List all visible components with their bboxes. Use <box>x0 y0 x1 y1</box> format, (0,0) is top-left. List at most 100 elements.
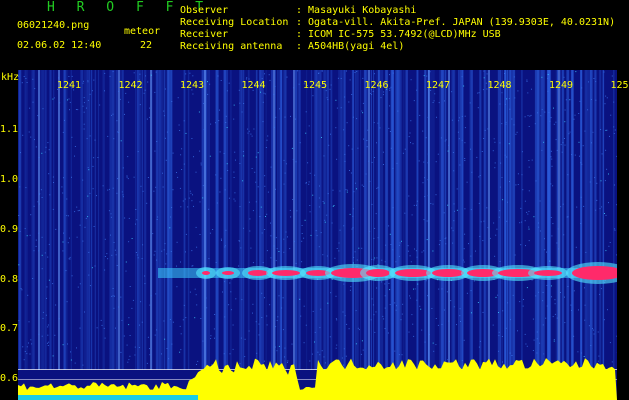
noise-speckle <box>494 162 496 164</box>
noise-speckle <box>429 71 431 73</box>
noise-speckle <box>352 227 354 229</box>
noise-speckle <box>67 242 69 244</box>
noise-speckle <box>195 171 197 173</box>
noise-speckle <box>569 131 571 133</box>
noise-speckle <box>335 318 337 320</box>
noise-speckle <box>263 360 265 362</box>
noise-speckle <box>432 342 434 344</box>
noise-speckle <box>470 255 472 257</box>
noise-speckle <box>383 318 385 320</box>
noise-speckle <box>402 303 404 305</box>
noise-speckle <box>342 311 344 313</box>
noise-speckle <box>252 262 254 264</box>
noise-speckle <box>616 204 617 206</box>
noise-speckle <box>346 323 348 325</box>
noise-speckle <box>301 225 303 226</box>
noise-speckle <box>550 150 552 152</box>
noise-speckle <box>314 174 316 176</box>
noise-speckle <box>235 159 236 161</box>
noise-speckle <box>133 72 135 74</box>
noise-speckle <box>538 291 540 293</box>
noise-speckle <box>383 164 384 165</box>
noise-speckle <box>543 141 545 143</box>
noise-streak <box>560 70 562 370</box>
noise-speckle <box>71 176 72 178</box>
noise-speckle <box>298 83 300 85</box>
noise-speckle <box>427 116 429 118</box>
level-baseline <box>18 395 198 400</box>
noise-streak <box>115 70 119 370</box>
noise-speckle <box>26 82 28 83</box>
file-name: 06021240.png <box>17 20 90 31</box>
noise-speckle <box>500 162 502 164</box>
noise-speckle <box>283 238 285 240</box>
noise-speckle <box>553 340 555 342</box>
noise-streak <box>142 70 144 370</box>
noise-speckle <box>111 295 113 297</box>
noise-speckle <box>501 177 503 178</box>
noise-speckle <box>261 317 263 318</box>
noise-streak <box>479 70 482 370</box>
noise-speckle <box>613 133 615 134</box>
noise-streak <box>566 70 569 370</box>
noise-speckle <box>508 143 510 145</box>
noise-speckle <box>426 75 428 77</box>
noise-speckle <box>589 181 591 183</box>
noise-speckle <box>257 186 259 188</box>
noise-speckle <box>361 184 363 186</box>
noise-speckle <box>238 265 240 267</box>
noise-speckle <box>401 354 403 356</box>
noise-speckle <box>600 129 602 130</box>
noise-speckle <box>608 245 610 247</box>
noise-speckle <box>296 210 298 212</box>
noise-speckle <box>384 283 386 285</box>
noise-speckle <box>79 224 81 226</box>
noise-speckle <box>444 100 445 102</box>
noise-speckle <box>595 81 597 83</box>
noise-speckle <box>330 84 332 86</box>
noise-speckle <box>374 73 375 75</box>
noise-speckle <box>498 216 500 218</box>
noise-speckle <box>510 319 511 321</box>
noise-speckle <box>525 343 527 345</box>
noise-speckle <box>122 194 124 196</box>
noise-speckle <box>376 287 378 289</box>
noise-speckle <box>176 241 178 243</box>
noise-speckle <box>348 328 350 330</box>
noise-speckle <box>348 101 350 103</box>
noise-speckle <box>41 152 43 154</box>
noise-speckle <box>512 294 514 296</box>
noise-speckle <box>164 137 166 139</box>
noise-speckle <box>149 354 151 356</box>
noise-speckle <box>528 166 530 168</box>
noise-speckle <box>381 259 383 261</box>
noise-speckle <box>493 222 495 224</box>
noise-streak <box>460 70 463 370</box>
noise-speckle <box>218 120 220 122</box>
noise-speckle <box>168 358 170 360</box>
noise-speckle <box>225 229 227 231</box>
noise-speckle <box>341 357 343 359</box>
noise-speckle <box>117 131 119 133</box>
noise-speckle <box>377 237 379 239</box>
noise-speckle <box>535 180 537 182</box>
noise-speckle <box>504 103 506 105</box>
noise-speckle <box>477 107 479 109</box>
noise-speckle <box>598 355 600 357</box>
noise-speckle <box>62 344 64 346</box>
noise-speckle <box>550 183 552 185</box>
noise-speckle <box>399 242 401 244</box>
noise-streak <box>90 70 92 370</box>
noise-speckle <box>314 331 316 333</box>
noise-speckle <box>312 194 314 196</box>
noise-streak <box>590 70 592 370</box>
y-tick-label: 0.7 <box>0 323 19 334</box>
noise-speckle <box>447 359 449 361</box>
noise-speckle <box>607 309 608 311</box>
noise-speckle <box>191 200 193 202</box>
noise-speckle <box>257 152 259 154</box>
noise-speckle <box>96 195 97 197</box>
noise-speckle <box>374 257 376 259</box>
noise-speckle <box>267 191 269 193</box>
noise-speckle <box>232 324 234 326</box>
